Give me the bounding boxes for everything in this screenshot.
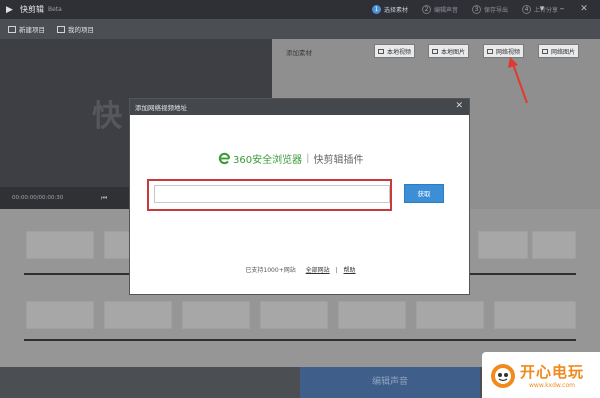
web-image-icon — [542, 48, 548, 54]
dialog-title: 添加网络视频地址 — [135, 104, 187, 112]
dialog-close-icon[interactable]: ✕ — [455, 101, 463, 111]
app-logo-icon: ▶ — [6, 4, 13, 15]
link-divider: | — [335, 267, 338, 274]
step-label: 选择素材 — [384, 7, 409, 14]
playback-time: 00:00:00/00:00:30 — [12, 195, 64, 201]
add-web-video-dialog: 添加网络视频地址 ✕ 360安全浏览器 | 快剪辑插件 获取 已支持1000+网… — [129, 98, 470, 295]
new-project-icon — [8, 25, 16, 33]
support-text: 已支持1000+网站 — [245, 267, 296, 274]
timeline-clip[interactable] — [416, 301, 484, 329]
my-projects-label: 我的项目 — [68, 26, 94, 34]
browser-brand: 360安全浏览器 | 快剪辑插件 — [218, 151, 363, 166]
image-icon — [432, 48, 438, 54]
brand-divider: | — [306, 153, 310, 164]
all-sites-link[interactable]: 全部网站 — [306, 267, 330, 274]
step-number: 4 — [522, 5, 532, 14]
edit-audio-label: 编辑声音 — [371, 377, 408, 387]
app-title: 快剪辑 — [20, 5, 44, 14]
project-toolbar: 新建项目 我的项目 — [0, 19, 600, 39]
step-label: 保存导出 — [484, 7, 509, 14]
web-video-button[interactable]: 网络视频 — [483, 44, 525, 58]
fetch-button[interactable]: 获取 — [404, 184, 444, 203]
site-name: 开心电玩 — [520, 363, 585, 381]
video-icon — [378, 48, 384, 54]
timeline-clip[interactable] — [26, 301, 94, 329]
highlight-box — [147, 179, 392, 211]
step-save-export[interactable]: 3 保存导出 — [472, 5, 508, 14]
local-image-button[interactable]: 本地图片 — [428, 44, 470, 58]
site-logo-text: 开心电玩 www.kxdw.com — [520, 361, 584, 389]
title-bar: ▶ 快剪辑 Beta 1 选择素材 2 编辑声音 3 保存导出 4 上传分享 ▾… — [0, 0, 600, 19]
site-url: www.kxdw.com — [529, 382, 575, 389]
site-logo: 开心电玩 www.kxdw.com — [482, 352, 600, 398]
step-number: 2 — [422, 5, 432, 14]
menu-dropdown-icon[interactable]: ▾ — [536, 3, 548, 15]
timeline-clip[interactable] — [494, 301, 576, 329]
add-material-label: 添加素材 — [286, 49, 312, 57]
step-number: 3 — [472, 5, 482, 14]
360-browser-logo-icon — [218, 152, 231, 165]
browser-name: 360安全浏览器 — [233, 155, 303, 166]
new-project-button[interactable]: 新建项目 — [8, 24, 45, 34]
dialog-footer: 已支持1000+网站 全部网站 | 帮助 — [130, 265, 471, 274]
step-select-material[interactable]: 1 选择素材 — [372, 5, 408, 14]
folder-icon — [57, 25, 65, 33]
timeline-clip[interactable] — [478, 231, 528, 259]
web-image-label: 网络图片 — [551, 48, 576, 56]
edit-audio-button[interactable]: 编辑声音 — [300, 367, 480, 398]
plugin-name: 快剪辑插件 — [313, 155, 364, 166]
step-number: 1 — [372, 5, 381, 14]
help-link[interactable]: 帮助 — [344, 267, 356, 274]
preview-watermark: 快 — [92, 99, 122, 134]
beta-badge: Beta — [48, 6, 62, 13]
minimize-icon[interactable]: – — [556, 3, 568, 15]
dialog-header: 添加网络视频地址 ✕ — [130, 99, 469, 115]
timeline-clip[interactable] — [26, 231, 94, 259]
previous-frame-icon[interactable]: ⏮ — [101, 194, 107, 203]
web-video-label: 网络视频 — [496, 48, 521, 56]
web-image-button[interactable]: 网络图片 — [538, 44, 580, 58]
mascot-logo-icon — [491, 364, 515, 388]
local-video-button[interactable]: 本地视频 — [374, 44, 416, 58]
new-project-label: 新建项目 — [19, 26, 45, 34]
timeline-clip[interactable] — [338, 301, 406, 329]
timeline-clip[interactable] — [182, 301, 250, 329]
timeline-track-line — [24, 339, 576, 341]
timeline-clip[interactable] — [104, 301, 172, 329]
step-label: 编辑声音 — [434, 7, 459, 14]
web-video-icon — [487, 48, 493, 54]
my-projects-button[interactable]: 我的项目 — [57, 24, 94, 34]
local-image-label: 本地图片 — [441, 48, 466, 56]
timeline-clip[interactable] — [532, 231, 576, 259]
timeline-clip[interactable] — [260, 301, 328, 329]
step-edit-audio[interactable]: 2 编辑声音 — [422, 5, 458, 14]
window-close-icon[interactable]: ✕ — [578, 3, 590, 15]
local-video-label: 本地视频 — [387, 48, 412, 56]
